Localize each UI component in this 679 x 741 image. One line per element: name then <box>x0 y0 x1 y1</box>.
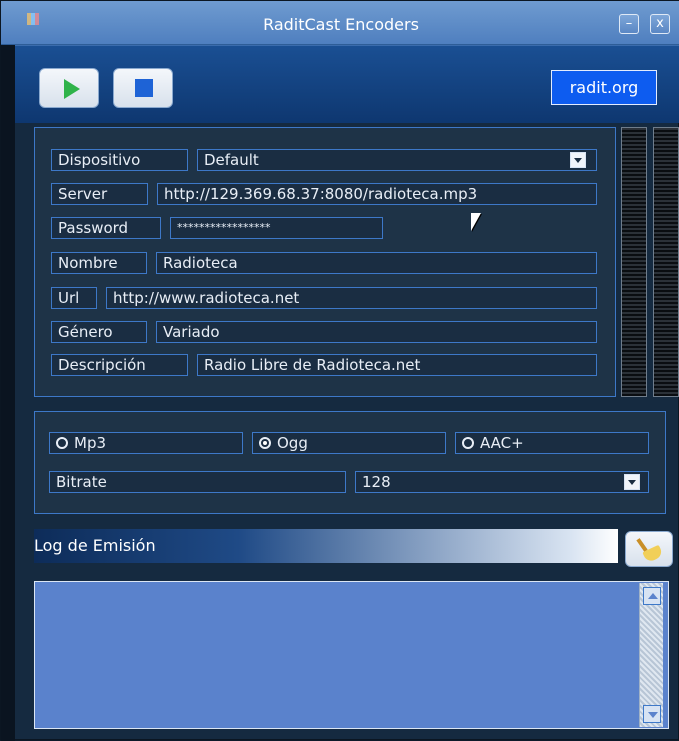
scroll-up-icon[interactable] <box>643 587 661 605</box>
log-header: Log de Emisión <box>34 529 618 563</box>
vu-meter-right <box>653 127 679 397</box>
server-input[interactable]: http://129.369.68.37:8080/radioteca.mp3 <box>157 183 597 205</box>
window-title: RaditCast Encoders <box>263 15 419 34</box>
clear-log-button[interactable] <box>625 531 673 567</box>
mp3-radio[interactable]: Mp3 <box>49 432 243 454</box>
title-bar[interactable]: RaditCast Encoders – x <box>1 1 679 45</box>
radio-off-icon <box>462 437 474 449</box>
stop-icon <box>135 79 153 97</box>
app-icon <box>27 13 39 25</box>
aac-label: AAC+ <box>480 434 524 452</box>
chevron-down-icon[interactable] <box>624 474 640 490</box>
encoding-panel <box>34 411 666 514</box>
name-label: Nombre <box>51 252 147 274</box>
scroll-down-icon[interactable] <box>643 705 661 723</box>
name-input[interactable]: Radioteca <box>156 252 597 274</box>
mp3-label: Mp3 <box>74 434 107 452</box>
log-textarea[interactable] <box>34 581 669 729</box>
close-button[interactable]: x <box>650 14 670 34</box>
mouse-cursor-icon <box>471 213 481 231</box>
password-label: Password <box>51 217 161 239</box>
bitrate-select[interactable]: 128 <box>355 471 649 493</box>
play-button[interactable] <box>39 68 99 108</box>
aac-radio[interactable]: AAC+ <box>455 432 649 454</box>
url-input[interactable]: http://www.radioteca.net <box>106 287 597 309</box>
play-icon <box>64 79 80 99</box>
device-label: Dispositivo <box>51 149 188 171</box>
ogg-radio[interactable]: Ogg <box>252 432 446 454</box>
device-select[interactable]: Default <box>197 149 597 171</box>
description-label: Descripción <box>51 354 188 376</box>
window-left-edge <box>1 45 15 741</box>
bitrate-label: Bitrate <box>49 471 346 493</box>
chevron-down-icon[interactable] <box>570 152 586 168</box>
server-label: Server <box>51 183 148 205</box>
radio-off-icon <box>56 437 68 449</box>
genre-input[interactable]: Variado <box>156 321 597 343</box>
vu-meter-left <box>621 127 647 397</box>
url-label: Url <box>51 287 97 309</box>
genre-label: Género <box>51 321 147 343</box>
encoder-window: RaditCast Encoders – x radit.org Disposi… <box>0 0 679 741</box>
password-input[interactable]: ***************** <box>170 217 383 239</box>
description-input[interactable]: Radio Libre de Radioteca.net <box>197 354 597 376</box>
stop-button[interactable] <box>113 68 173 108</box>
radio-on-icon <box>259 437 271 449</box>
log-scrollbar[interactable] <box>639 583 663 727</box>
ogg-label: Ogg <box>277 434 308 452</box>
minimize-button[interactable]: – <box>619 14 639 34</box>
brand-link[interactable]: radit.org <box>551 70 657 105</box>
